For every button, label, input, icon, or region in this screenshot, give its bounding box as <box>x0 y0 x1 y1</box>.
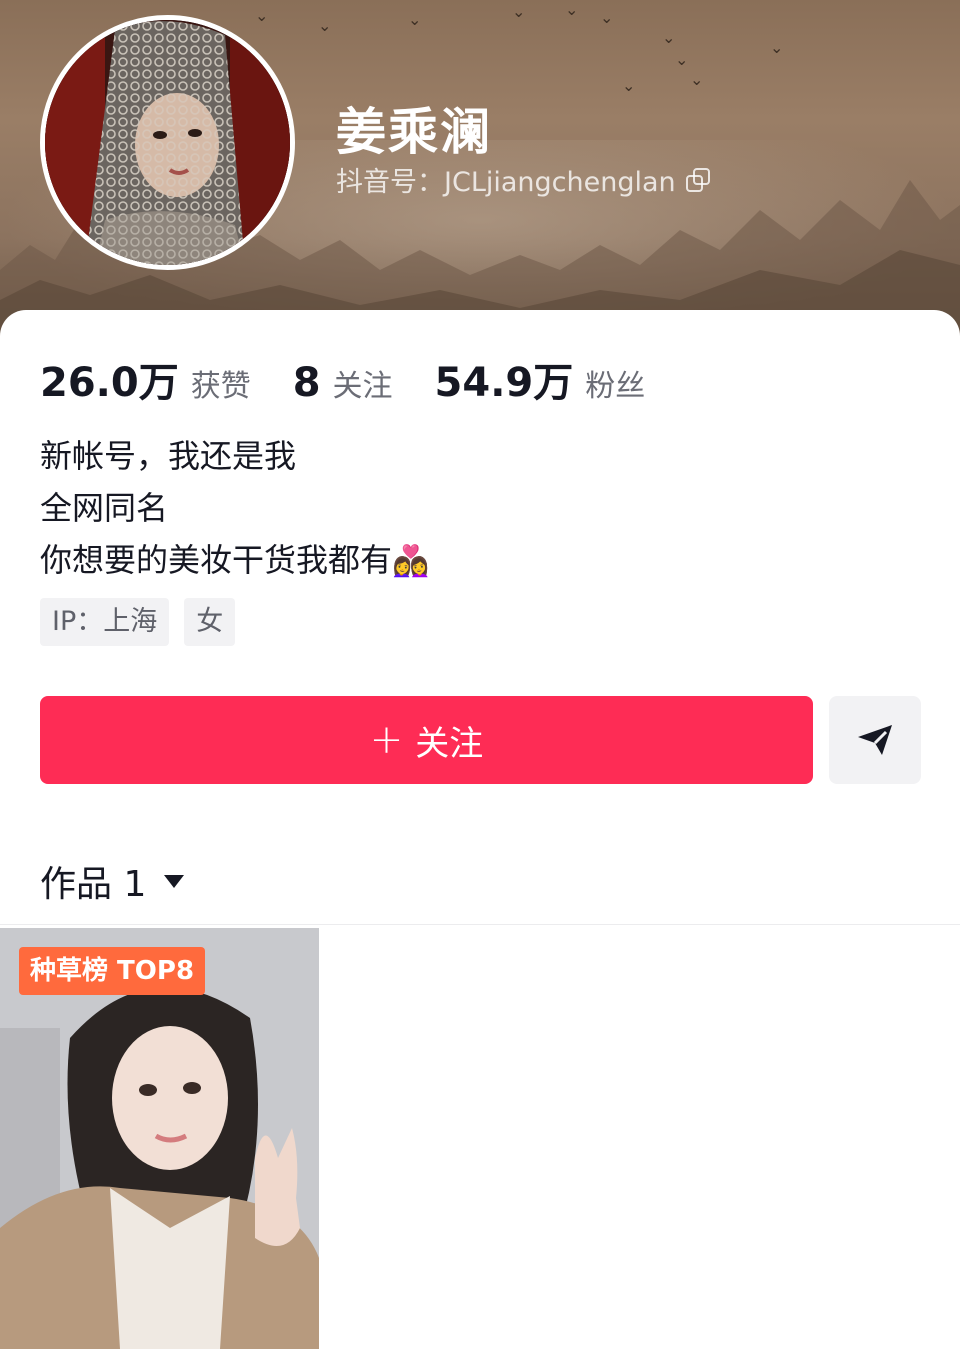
stat-following-label: 关注 <box>332 369 393 404</box>
send-icon <box>858 725 892 755</box>
stat-likes-label: 获赞 <box>190 369 251 404</box>
bird-icon: ⌄ <box>318 16 332 35</box>
bio: 新帐号，我还是我 全网同名 你想要的美妆干货我都有👩‍❤️‍👩 <box>40 430 429 588</box>
stat-likes: 26.0万 获赞 <box>40 350 251 408</box>
profile-name: 姜乘澜 <box>336 103 492 161</box>
tab-works[interactable]: 作品 1 <box>40 855 185 907</box>
handle-row[interactable]: 抖音号：JCLjiangchenglan <box>336 160 710 199</box>
video-thumbnail[interactable]: 种草榜 TOP8 <box>0 928 319 1349</box>
stats-row: 26.0万 获赞 8 关注 54.9万 粉丝 <box>40 350 687 408</box>
avatar-portrait <box>45 20 290 265</box>
bird-icon: ⌄ <box>662 28 676 47</box>
handle-text: 抖音号：JCLjiangchenglan <box>336 167 676 198</box>
bird-icon: ⌄ <box>512 2 526 21</box>
stat-followers[interactable]: 54.9万 粉丝 <box>435 350 646 408</box>
stat-followers-value: 54.9万 <box>434 360 574 406</box>
bio-line: 新帐号，我还是我 <box>40 437 297 475</box>
gender-tag: 女 <box>184 598 236 646</box>
bird-icon: ⌄ <box>255 6 269 25</box>
plus-icon: + <box>369 717 404 763</box>
follow-button-label: 关注 <box>415 723 484 764</box>
profile-card: 26.0万 获赞 8 关注 54.9万 粉丝 新帐号，我还是我 全网同名 你想要… <box>0 310 960 1371</box>
stat-followers-label: 粉丝 <box>585 369 646 404</box>
bird-icon: ⌄ <box>675 50 689 69</box>
bio-line-text: 你想要的美妆干货我都有 <box>40 541 393 579</box>
couple-heart-emoji: 👩‍❤️‍👩 <box>392 544 430 579</box>
bird-icon: ⌄ <box>600 8 614 27</box>
bird-icon: ⌄ <box>770 38 784 57</box>
tab-works-label: 作品 1 <box>40 864 147 905</box>
copy-icon[interactable] <box>685 167 710 192</box>
follow-button[interactable]: + 关注 <box>40 696 813 784</box>
bird-icon: ⌄ <box>690 70 704 89</box>
divider <box>0 924 960 925</box>
stat-following[interactable]: 8 关注 <box>293 360 393 406</box>
avatar[interactable] <box>40 15 295 270</box>
send-message-button[interactable] <box>829 696 921 784</box>
ranking-badge: 种草榜 TOP8 <box>19 947 206 995</box>
profile-tags: IP：上海 女 <box>40 598 236 646</box>
bird-icon: ⌄ <box>622 76 636 95</box>
bio-line: 你想要的美妆干货我都有👩‍❤️‍👩 <box>40 534 429 588</box>
stat-following-value: 8 <box>292 360 321 406</box>
ip-location-tag: IP：上海 <box>40 598 170 646</box>
bird-icon: ⌄ <box>408 10 422 29</box>
caret-down-icon <box>164 874 185 888</box>
bird-icon: ⌄ <box>565 0 579 19</box>
bio-line: 全网同名 <box>40 489 169 527</box>
stat-likes-value: 26.0万 <box>40 360 179 406</box>
